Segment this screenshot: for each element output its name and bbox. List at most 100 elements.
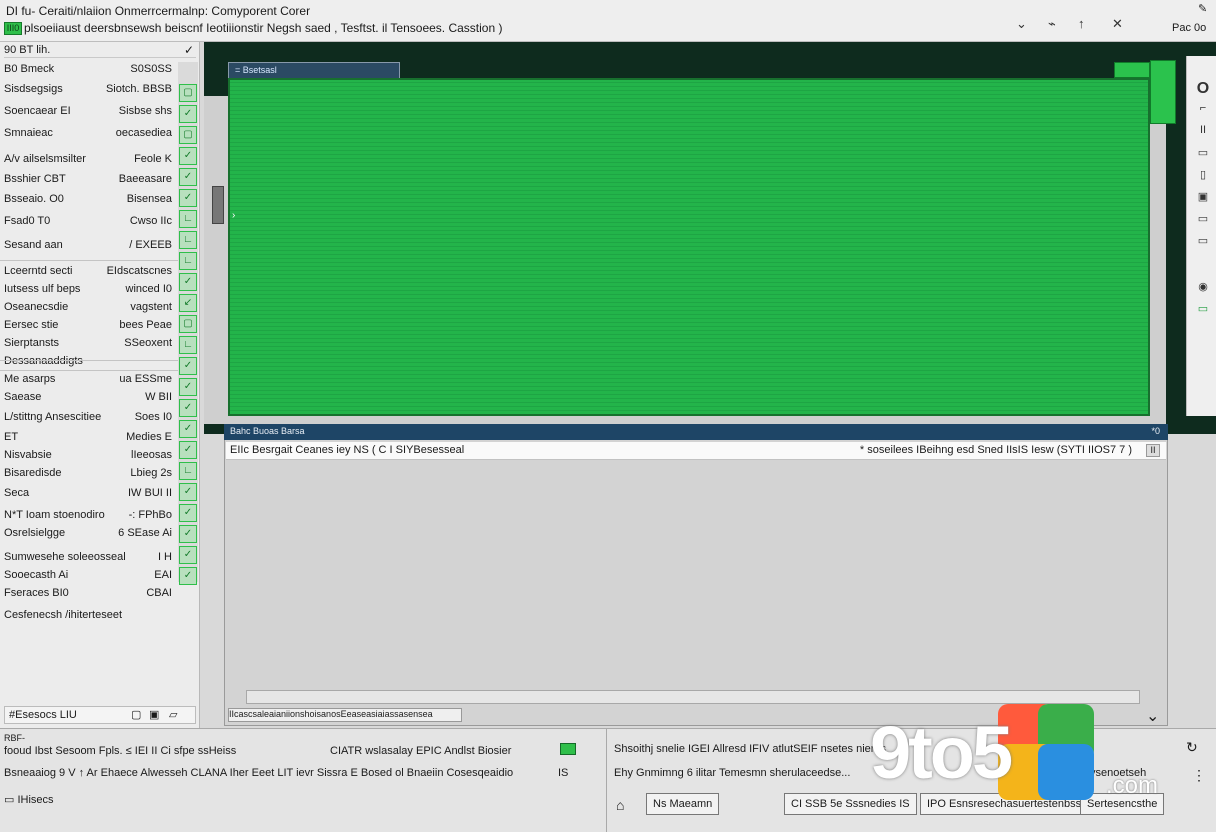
list-item[interactable]: Fsad0 T0 Cwso IIc [4,214,176,230]
list-item[interactable]: Me asarps ua ESSme [4,372,176,388]
status-indicator[interactable]: ✓ [179,105,197,123]
bottom-row-2-button[interactable]: IS [558,767,568,779]
tool-icon[interactable]: ▯ [1196,168,1210,181]
list-item-value: -: FPhBo [128,509,172,521]
list-item[interactable]: Bsshier CBT Baeeasare [4,172,176,188]
list-item[interactable]: Fseraces BI0 CBAI [4,586,176,602]
check-icon[interactable]: ✓ [184,43,194,57]
status-indicator[interactable]: ∟ [179,462,197,480]
list-item[interactable]: Bsseaio. O0 Bisensea [4,192,176,208]
list-item-value: Medies E [126,431,172,443]
list-item-value: EIdscatscnes [106,265,172,277]
list-item[interactable]: Dessanaaddigts [4,354,176,370]
status-indicator[interactable]: ∟ [179,336,197,354]
status-indicator[interactable]: ▢ [179,84,197,102]
list-item[interactable]: N*T Ioam stoenodiro -: FPhBo [4,508,176,524]
status-indicator[interactable]: ✓ [179,441,197,459]
list-item[interactable]: B0 Bmeck S0S0SS [4,62,176,78]
status-indicator[interactable]: ✓ [179,189,197,207]
list-item[interactable]: Nisvabsie lIeeosas [4,448,176,464]
list-item[interactable]: Sumwesehe soleeosseal I H [4,550,176,566]
path-right: * soseilees IBeihng esd Sned IIsIS Iesw … [859,444,1132,456]
green-toggle[interactable] [560,743,576,755]
path-left: EIIc Besrgait Ceanes iey NS ( C I SIYBes… [230,444,465,456]
green-display-panel[interactable] [228,78,1150,416]
list-item[interactable]: Sisdsegsigs Siotch. BBSB [4,82,176,98]
square-icon[interactable]: ▢ [131,708,141,721]
status-indicator[interactable]: ✓ [179,378,197,396]
list-item-value: Soes I0 [134,411,172,423]
maximize-icon[interactable]: ↑ [1078,16,1085,31]
title-badge: III0 [4,22,22,35]
status-indicator[interactable]: ∟ [179,210,197,228]
list-item[interactable]: Smnaieac oecasediea [4,126,176,142]
green-indicator [1114,62,1150,78]
window-subtitle: plsoeiiaust deersbnsewsh beiscnf Ieotiii… [24,21,503,35]
list-item[interactable]: Osrelsielgge 6 SEase Ai [4,526,176,542]
close-icon[interactable]: ✕ [1112,16,1123,32]
list-item[interactable]: Oseanecsdie vagstent [4,300,176,316]
minimize-icon[interactable]: ⌄ [1016,16,1027,32]
list-item[interactable]: Sierptansts SSeoxent [4,336,176,352]
status-indicator[interactable]: ∟ [179,252,197,270]
tool-icon[interactable]: ▣ [1196,190,1210,203]
panel-icon[interactable]: ▱ [169,708,177,721]
status-indicator[interactable]: ∟ [179,231,197,249]
list-item[interactable]: Lceerntd secti EIdscatscnes [4,264,176,280]
status-indicator[interactable]: ✓ [179,420,197,438]
list-item-value: 6 SEase Ai [118,527,172,539]
tool-icon[interactable]: ▭ [1196,234,1210,247]
list-item-value: Feole K [134,153,172,165]
status-indicator[interactable]: ✓ [179,399,197,417]
tool-icon[interactable]: ▭ [1196,146,1210,159]
divider [0,360,178,361]
list-item[interactable]: A/v ailselsmsilter Feole K [4,152,176,168]
list-item[interactable]: Saease W BII [4,390,176,406]
status-indicator[interactable]: ✓ [179,525,197,543]
list-item[interactable]: Bisaredisde Lbieg 2s [4,466,176,482]
status-indicator[interactable]: ✓ [179,567,197,585]
status-indicator[interactable]: ✓ [179,147,197,165]
list-item[interactable]: L/stittng Ansescitiee Soes I0 [4,410,176,426]
list-item[interactable]: Sesand aan / EXEEB [4,238,176,254]
maximize-button[interactable]: Ns Maeamn [646,793,720,815]
list-item-label: Cesfenecsh /ihiterteseet [4,609,123,621]
tool-icon[interactable]: ⌐ [1196,102,1210,114]
list-item-label: Fseraces BI0 [4,587,69,599]
tool-icon[interactable]: ▭ [1196,212,1210,225]
status-indicator[interactable]: ✓ [179,546,197,564]
vertical-scroll-handle[interactable] [212,186,224,224]
tool-icon[interactable]: II [1196,124,1210,136]
path-button[interactable]: II [1146,444,1160,457]
list-item-value: Sisbse shs [118,105,172,117]
tool-icon[interactable]: ▭ [1196,302,1210,315]
list-item[interactable]: Seca IW BUI II [4,486,176,502]
list-item[interactable]: Eersec stie bees Peae [4,318,176,334]
status-indicator[interactable]: ✓ [179,357,197,375]
more-icon[interactable]: ⋮ [1192,767,1206,784]
list-item[interactable]: Cesfenecsh /ihiterteseet [4,608,176,624]
list-item[interactable]: Iutsess ulf beps winced I0 [4,282,176,298]
list-item-label: B0 Bmeck [4,63,55,75]
list-item[interactable]: Soencaear EI Sisbse shs [4,104,176,120]
status-indicator[interactable]: ✓ [179,168,197,186]
green-side-indicator [1150,60,1176,124]
status-indicator[interactable]: ▢ [179,126,197,144]
list-item[interactable]: Sooecasth Ai EAI [4,568,176,584]
watermark: 9to5 .com [870,700,1190,810]
status-indicator[interactable]: ▢ [179,315,197,333]
list-item-label: Fsad0 T0 [4,215,51,227]
status-indicator[interactable]: ✓ [179,483,197,501]
square-icon[interactable]: ▭ [4,794,14,806]
filled-square-icon[interactable]: ▣ [149,708,159,721]
status-indicator[interactable]: ✓ [179,273,197,291]
edit-icon[interactable]: ✎ [1198,2,1207,15]
tool-icon[interactable]: O [1196,80,1210,97]
status-indicator[interactable]: ↙ [179,294,197,312]
status-indicator[interactable]: ✓ [179,504,197,522]
home-icon[interactable]: ⌂ [616,797,624,813]
list-item[interactable]: ET Medies E [4,430,176,446]
tool-icon[interactable]: ◉ [1196,280,1210,293]
restore-icon[interactable]: ⌁ [1048,16,1056,32]
list-item-label: Bsshier CBT [4,173,66,185]
